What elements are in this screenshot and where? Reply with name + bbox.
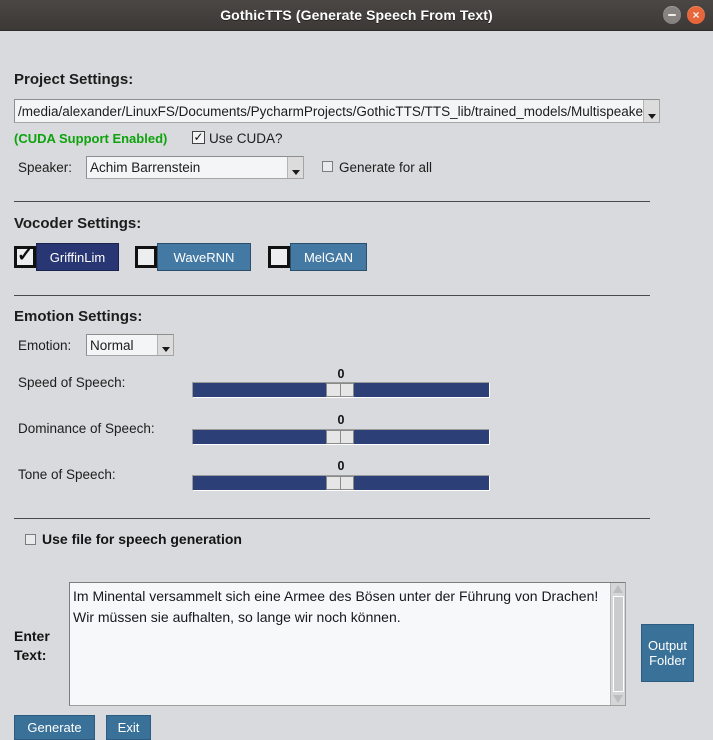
vocoder-button-wavernn[interactable]: WaveRNN <box>157 243 251 271</box>
scrollbar-thumb[interactable] <box>612 596 624 692</box>
window-title: GothicTTS (Generate Speech From Text) <box>220 7 493 23</box>
minimize-icon[interactable] <box>663 6 681 24</box>
scroll-down-icon[interactable] <box>613 695 623 703</box>
emotion-dropdown-arrow[interactable] <box>157 335 173 355</box>
check-icon: ✓ <box>193 129 204 144</box>
vocoder-label-griffinlim: GriffinLim <box>49 249 106 265</box>
speaker-value: Achim Barrenstein <box>90 160 201 175</box>
speaker-label: Speaker: <box>18 160 73 175</box>
emotion-value: Normal <box>90 337 134 353</box>
tone-of-speech-label: Tone of Speech: <box>18 467 116 482</box>
dominance-of-speech-value: 0 <box>337 413 345 427</box>
chevron-down-icon <box>647 114 656 119</box>
close-icon[interactable]: × <box>687 6 705 24</box>
use-cuda-checkbox[interactable]: ✓ <box>192 131 205 144</box>
generate-label: Generate <box>27 720 82 735</box>
text-input-value[interactable]: Im Minental versammelt sich eine Armee d… <box>70 583 610 705</box>
output-folder-line1: Output <box>647 638 688 653</box>
speaker-combo[interactable]: Achim Barrenstein <box>86 156 304 179</box>
enter-text-label-line1: Enter <box>14 628 50 644</box>
text-input-area[interactable]: Im Minental versammelt sich eine Armee d… <box>69 582 626 706</box>
enter-text-label-line2: Text: <box>14 647 47 663</box>
vocoder-button-melgan[interactable]: MelGAN <box>290 243 367 271</box>
enter-text-label: Enter Text: <box>14 627 70 665</box>
text-area-scrollbar[interactable] <box>610 583 625 705</box>
vocoder-label-wavernn: WaveRNN <box>173 249 235 265</box>
model-path-value: /media/alexander/LinuxFS/Documents/Pycha… <box>18 103 643 119</box>
scroll-up-icon[interactable] <box>613 585 623 593</box>
tone-of-speech-slider-handle[interactable] <box>326 476 354 490</box>
speed-of-speech-slider-handle[interactable] <box>326 383 354 397</box>
emotion-combo[interactable]: Normal <box>86 334 174 356</box>
exit-label: Exit <box>117 720 140 735</box>
dominance-of-speech-slider[interactable] <box>192 429 490 445</box>
chevron-down-icon <box>161 347 170 352</box>
vocoder-button-griffinlim[interactable]: GriffinLim <box>36 243 119 271</box>
vocoder-settings-heading: Vocoder Settings: <box>14 215 142 232</box>
emotion-label: Emotion: <box>18 338 72 353</box>
vocoder-checkbox-wavernn[interactable] <box>135 246 157 268</box>
output-folder-button[interactable]: Output Folder <box>641 624 694 682</box>
close-glyph: × <box>692 7 700 22</box>
separator-1 <box>14 201 650 202</box>
generate-for-all-checkbox[interactable] <box>322 161 333 172</box>
tone-of-speech-slider[interactable] <box>192 475 490 491</box>
speed-of-speech-slider[interactable] <box>192 382 490 398</box>
chevron-down-icon <box>291 170 300 175</box>
title-bar: GothicTTS (Generate Speech From Text) × <box>0 0 713 31</box>
separator-2 <box>14 295 650 296</box>
speed-of-speech-value: 0 <box>337 367 345 381</box>
generate-button[interactable]: Generate <box>14 715 95 740</box>
speaker-dropdown-arrow[interactable] <box>287 157 303 178</box>
use-cuda-label: Use CUDA? <box>209 131 283 146</box>
model-path-dropdown-arrow[interactable] <box>643 100 659 122</box>
use-file-label: Use file for speech generation <box>42 531 242 547</box>
dominance-of-speech-label: Dominance of Speech: <box>18 421 155 436</box>
emotion-settings-heading: Emotion Settings: <box>14 308 143 325</box>
vocoder-label-melgan: MelGAN <box>303 249 354 265</box>
generate-for-all-label: Generate for all <box>339 160 433 175</box>
separator-3 <box>14 518 650 519</box>
use-file-checkbox[interactable] <box>25 534 36 545</box>
check-icon: ✓ <box>17 245 33 266</box>
output-folder-line2: Folder <box>649 653 686 668</box>
vocoder-checkbox-melgan[interactable] <box>268 246 290 268</box>
exit-button[interactable]: Exit <box>106 715 151 740</box>
model-path-combo[interactable]: /media/alexander/LinuxFS/Documents/Pycha… <box>14 99 660 123</box>
cuda-status-label: (CUDA Support Enabled) <box>14 131 168 146</box>
dominance-of-speech-slider-handle[interactable] <box>326 430 354 444</box>
window-controls: × <box>663 0 705 30</box>
vocoder-checkbox-griffinlim[interactable]: ✓ <box>14 246 36 268</box>
speed-of-speech-label: Speed of Speech: <box>18 375 126 390</box>
tone-of-speech-value: 0 <box>337 459 345 473</box>
project-settings-heading: Project Settings: <box>14 71 134 88</box>
